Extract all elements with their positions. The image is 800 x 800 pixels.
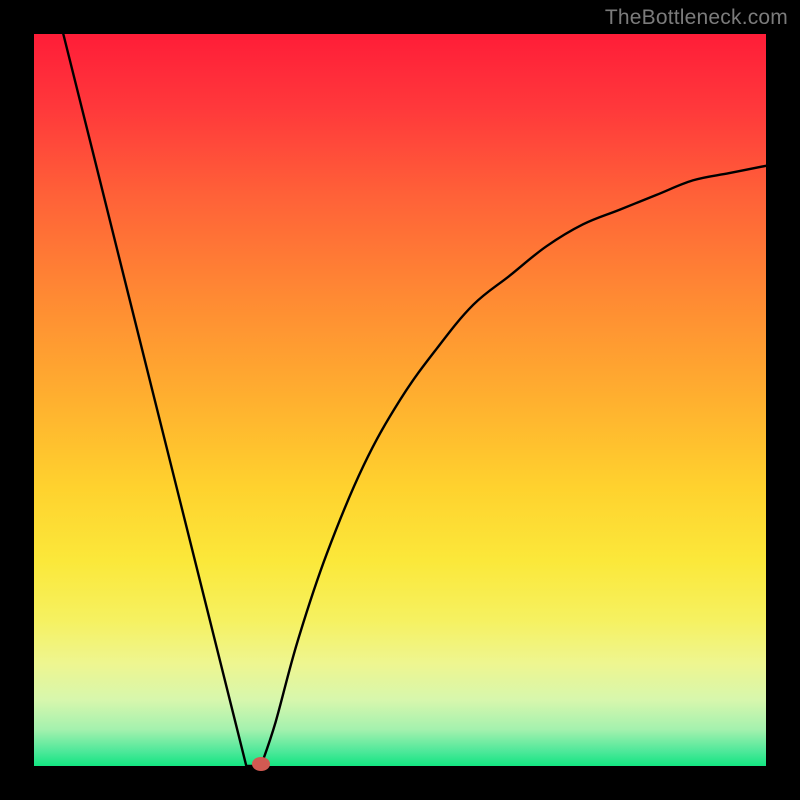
bottleneck-curve [34,34,766,766]
watermark-text: TheBottleneck.com [605,6,788,30]
chart-frame: TheBottleneck.com [0,0,800,800]
plot-area [34,34,766,766]
optimal-point-marker [252,757,270,771]
